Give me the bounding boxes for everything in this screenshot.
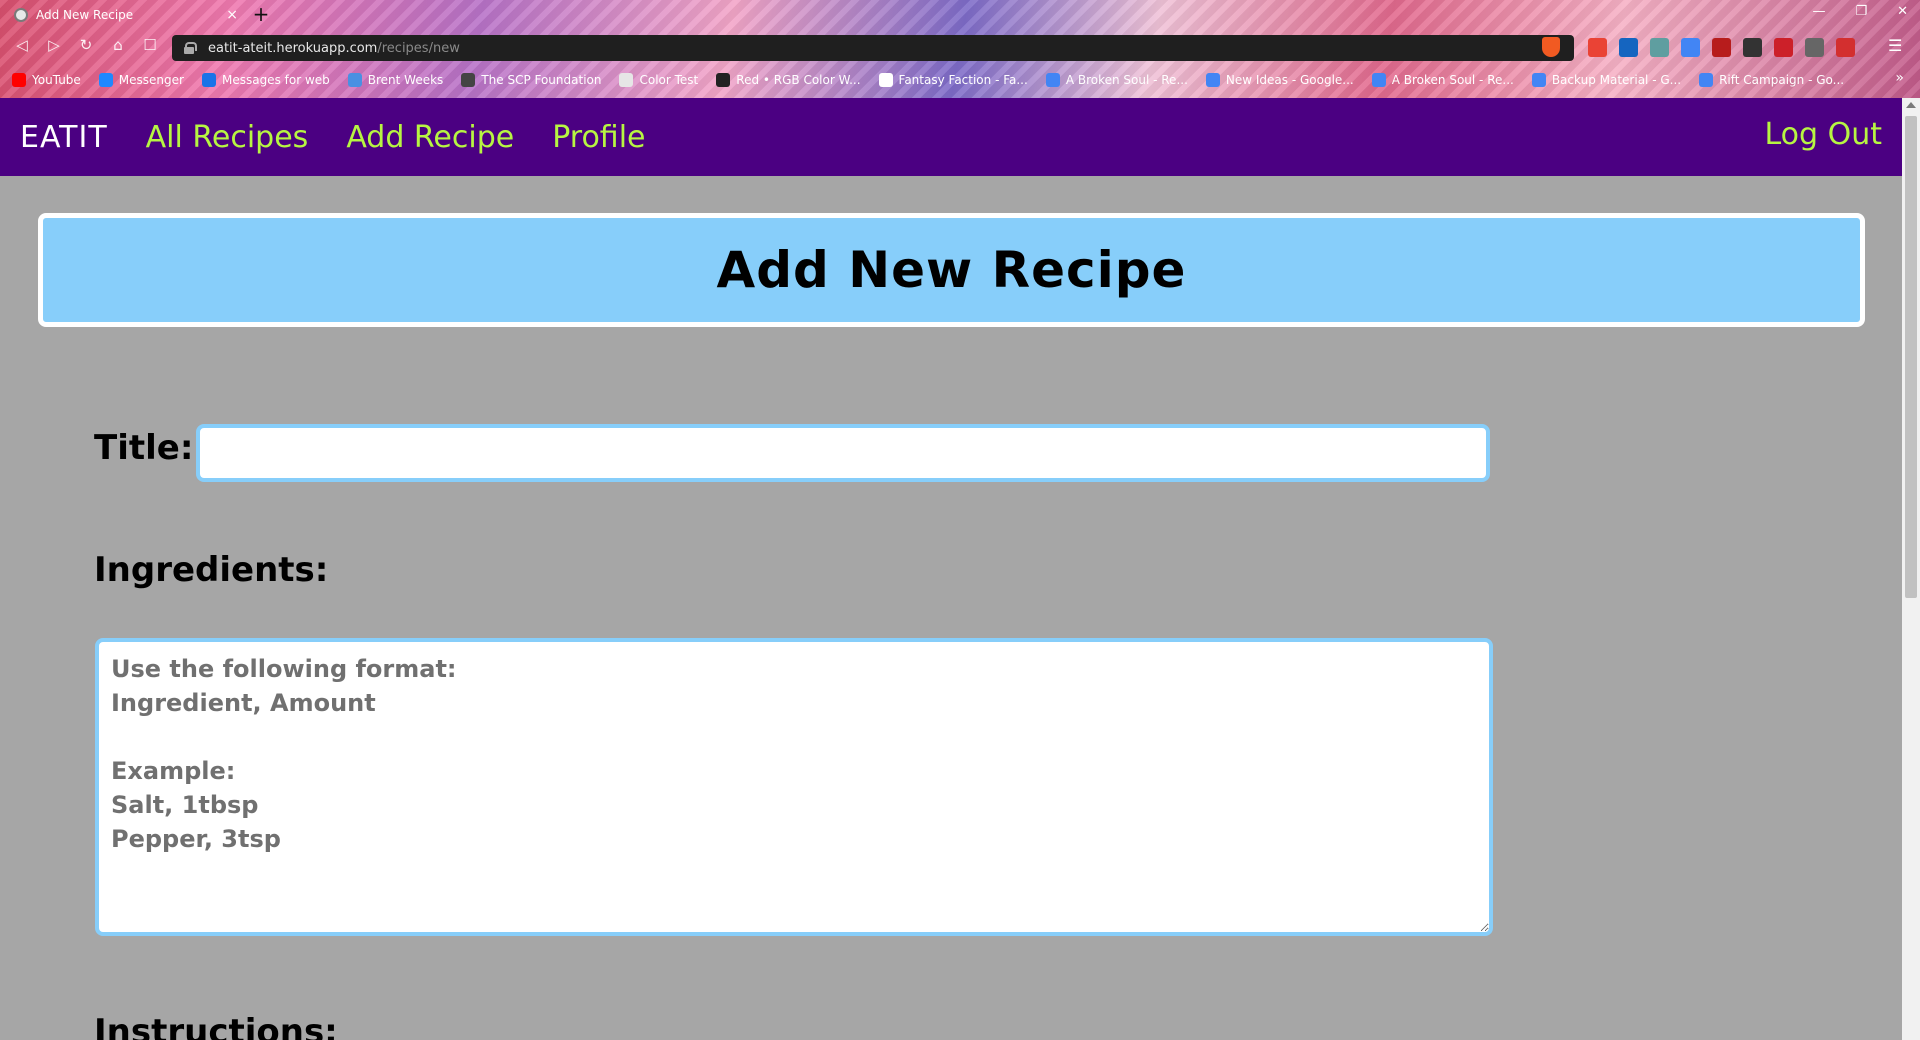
back-icon[interactable]: ◁	[12, 36, 32, 54]
bookmark-favicon-icon	[878, 73, 893, 87]
close-tab-icon[interactable]: ×	[226, 7, 238, 23]
bookmark-favicon-icon	[1371, 73, 1386, 87]
bookmark-item[interactable]: Fantasy Faction - Fa...	[878, 73, 1028, 87]
lock-icon	[184, 42, 197, 54]
bookmark-favicon-icon	[98, 73, 113, 87]
bookmark-favicon-icon	[201, 73, 216, 87]
arrow-icon[interactable]	[1805, 38, 1824, 57]
bookmarks-bar: YouTube Messenger Messages for web Brent We…	[0, 68, 1920, 92]
translate-icon[interactable]	[1681, 38, 1700, 57]
pdf-icon[interactable]	[1836, 38, 1855, 57]
page-title: Add New Recipe	[716, 241, 1187, 299]
url-path: /recipes/new	[377, 40, 460, 56]
bookmark-item[interactable]: A Broken Soul - Re...	[1371, 73, 1514, 87]
lastpass-icon[interactable]	[1774, 38, 1793, 57]
globe-icon	[14, 8, 28, 22]
bookmark-item[interactable]: Rift Campaign - Go...	[1699, 73, 1844, 87]
address-bar[interactable]: eatit-ateit.herokuapp.com/recipes/new	[172, 35, 1574, 61]
bookmark-label: A Broken Soul - Re...	[1065, 73, 1188, 87]
scroll-up-icon[interactable]	[1906, 102, 1916, 108]
bookmark-label: Color Test	[639, 73, 699, 87]
bookmark-favicon-icon	[716, 73, 731, 87]
window-controls: — ❐ ✕	[1812, 4, 1908, 19]
minimize-icon[interactable]: —	[1812, 4, 1825, 19]
bookmark-favicon-icon	[1045, 73, 1060, 87]
bookmark-label: Fantasy Faction - Fa...	[898, 73, 1028, 87]
bookmark-label: Red • RGB Color W...	[736, 73, 861, 87]
bookmark-label: YouTube	[32, 73, 81, 87]
bookmark-item[interactable]: Color Test	[619, 73, 698, 87]
browser-tab[interactable]: Add New Recipe ×	[6, 2, 246, 28]
bookmark-icon[interactable]: ☐	[140, 36, 160, 54]
bookmark-item[interactable]: Messages for web	[201, 73, 330, 87]
bookmark-label: New Ideas - Google...	[1225, 73, 1354, 87]
bookmark-label: Messages for web	[221, 73, 330, 87]
nav-all-recipes[interactable]: All Recipes	[146, 120, 309, 155]
gmail-icon[interactable]	[1588, 38, 1607, 57]
instructions-label: Instructions:	[94, 1012, 338, 1040]
bookmark-favicon-icon	[461, 73, 476, 87]
title-input[interactable]	[196, 424, 1490, 482]
bookmark-label: Brent Weeks	[367, 73, 444, 87]
bookmark-label: Messenger	[118, 73, 184, 87]
page-scrollbar[interactable]	[1902, 98, 1920, 1040]
ingredients-textarea[interactable]	[95, 638, 1493, 936]
bookmark-label: Rift Campaign - Go...	[1719, 73, 1845, 87]
nav-add-recipe[interactable]: Add Recipe	[346, 120, 514, 155]
bookmark-label: A Broken Soul - Re...	[1391, 73, 1514, 87]
bookmark-favicon-icon	[1699, 73, 1714, 87]
bookmarks-overflow-icon[interactable]: »	[1895, 70, 1904, 86]
reload-icon[interactable]: ↻	[76, 36, 96, 54]
logout-link[interactable]: Log Out	[1764, 117, 1882, 152]
bookmark-item[interactable]: YouTube	[12, 73, 81, 87]
bookmark-item[interactable]: Backup Material - G...	[1531, 73, 1682, 87]
app-navbar: EATIT All Recipes Add Recipe Profile Log…	[0, 98, 1902, 176]
page-banner: Add New Recipe	[38, 213, 1865, 327]
bookmark-item[interactable]: The SCP Foundation	[461, 73, 601, 87]
bookmark-label: Backup Material - G...	[1551, 73, 1682, 87]
calendar-icon[interactable]	[1650, 38, 1669, 57]
bookmark-favicon-icon	[619, 73, 634, 87]
bookmark-favicon-icon	[1531, 73, 1546, 87]
brave-shield-icon[interactable]	[1542, 37, 1560, 57]
browser-toolbar: ◁ ▷ ↻ ⌂ ☐ eatit-ateit.herokuapp.com/reci…	[0, 34, 1920, 62]
scrollbar-thumb[interactable]	[1905, 116, 1917, 598]
restore-icon[interactable]: ❐	[1855, 4, 1867, 19]
bookmark-item[interactable]: Brent Weeks	[347, 73, 444, 87]
title-label: Title:	[94, 428, 194, 468]
ingredients-label: Ingredients:	[94, 550, 329, 590]
url-host: eatit-ateit.herokuapp.com	[208, 40, 378, 56]
shield-icon[interactable]	[1712, 38, 1731, 57]
tab-title: Add New Recipe	[36, 8, 134, 22]
nav-profile[interactable]: Profile	[552, 120, 645, 155]
bookmark-favicon-icon	[347, 73, 362, 87]
brand-logo[interactable]: EATIT	[20, 120, 108, 155]
bookmark-favicon-icon	[12, 73, 26, 87]
bookmark-item[interactable]: A Broken Soul - Re...	[1045, 73, 1188, 87]
extension-icon[interactable]	[1619, 38, 1638, 57]
browser-chrome: Add New Recipe × + — ❐ ✕ ◁ ▷ ↻ ⌂ ☐ eatit…	[0, 0, 1920, 98]
new-tab-button[interactable]: +	[250, 2, 272, 26]
forward-icon[interactable]: ▷	[44, 36, 64, 54]
bookmark-favicon-icon	[1205, 73, 1220, 87]
bookmark-label: The SCP Foundation	[481, 73, 602, 87]
bookmark-item[interactable]: New Ideas - Google...	[1205, 73, 1354, 87]
home-icon[interactable]: ⌂	[108, 36, 128, 54]
bookmark-item[interactable]: Red • RGB Color W...	[716, 73, 861, 87]
ninja-icon[interactable]	[1743, 38, 1762, 57]
menu-icon[interactable]: ☰	[1888, 36, 1902, 55]
close-window-icon[interactable]: ✕	[1897, 4, 1908, 19]
bookmark-item[interactable]: Messenger	[98, 73, 184, 87]
extensions-toolbar	[1588, 38, 1855, 57]
